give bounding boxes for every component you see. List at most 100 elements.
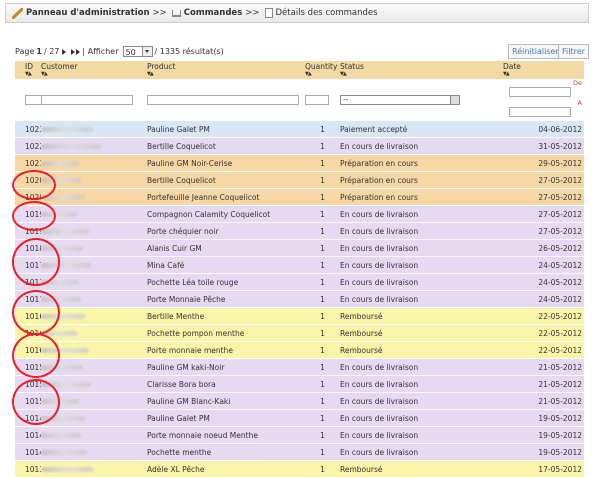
table-row[interactable]: 1017Mina Café1En cours de livraison24-05… [15, 256, 584, 274]
sort-arrows-icon[interactable]: ▼▲ [340, 71, 503, 77]
breadcrumb-orders-link[interactable]: Commandes [184, 8, 243, 18]
quantity-cell: 1 [305, 205, 340, 223]
order-id: 1023 [15, 121, 41, 138]
table-row[interactable]: 1015Pauline GM kaki-Noir1En cours de liv… [15, 358, 584, 376]
status-cell: Remboursé [340, 460, 503, 478]
date-cell: 27-05-2012 [503, 171, 584, 189]
table-row[interactable]: 1014 Porte monnaie noeud Menthe1En cours … [15, 426, 584, 444]
table-row[interactable]: 1017Porte Monnaie Pêche1En cours de livr… [15, 290, 584, 308]
sort-arrows-icon[interactable]: ▼▲ [147, 71, 305, 77]
date-to-input[interactable] [509, 107, 571, 117]
status-cell: En cours de livraison [340, 426, 503, 444]
date-from-input[interactable] [509, 87, 571, 97]
status-filter-select[interactable]: -- [340, 95, 460, 105]
product-cell: Porte monnaie noeud Menthe [147, 426, 305, 444]
customer-filter-input[interactable] [41, 95, 133, 105]
sort-arrows-icon[interactable]: ▼▲ [25, 71, 41, 77]
table-row[interactable]: 1016Porte monnaie menthe1Remboursé22-05-… [15, 341, 584, 359]
order-id: 1014 [15, 426, 41, 444]
table-row[interactable]: 1018Alanis Cuir GM1En cours de livraison… [15, 239, 584, 257]
customer-cell [41, 205, 147, 223]
quantity-cell: 1 [305, 222, 340, 240]
sort-arrows-icon[interactable]: ▼▲ [305, 71, 340, 77]
date-cell: 22-05-2012 [503, 341, 584, 359]
highlight-circle [12, 379, 60, 425]
redacted-customer-name [41, 127, 93, 132]
status-cell: En cours de livraison [340, 256, 503, 274]
date-filter: De A [503, 79, 584, 121]
column-header-status[interactable]: Status ▼▲ [340, 61, 503, 79]
column-header-customer[interactable]: Customer ▼▲ [41, 61, 147, 79]
table-row[interactable]: 1015Clarisse Bora bora1En cours de livra… [15, 375, 584, 393]
breadcrumb-current: Détails des commandes [275, 8, 378, 18]
product-cell: Pochette pompon menthe [147, 324, 305, 342]
status-cell: En cours de livraison [340, 205, 503, 223]
highlight-circle [12, 290, 60, 335]
product-cell: Alanis Cuir GM [147, 239, 305, 257]
reset-button[interactable]: Réinitialiser [508, 44, 563, 59]
current-page: 1 [36, 47, 42, 56]
column-header-product[interactable]: Product ▼▲ [147, 61, 305, 79]
table-row[interactable]: 1016Pochette pompon menthe1Remboursé22-0… [15, 324, 584, 342]
customer-cell [41, 273, 147, 291]
sort-arrows-icon[interactable]: ▼▲ [41, 71, 147, 77]
date-cell: 19-05-2012 [503, 409, 584, 427]
table-row[interactable]: 1014 Pochette menthe1En cours de livraiso… [15, 443, 584, 461]
table-row[interactable]: 1015Pauline GM Blanc-Kaki1En cours de li… [15, 392, 584, 410]
date-cell: 04-06-2012 [503, 121, 584, 138]
column-header-id[interactable]: ID ▼▲ [15, 61, 41, 79]
per-page-select[interactable]: 50 [122, 46, 153, 57]
table-row[interactable]: 1022 Bertille Coquelicot1En cours de livr… [15, 137, 584, 155]
status-cell: En cours de livraison [340, 239, 503, 257]
quantity-cell: 1 [305, 188, 340, 206]
quantity-cell: 1 [305, 409, 340, 427]
page-label: Page [15, 47, 35, 56]
quantity-cell: 1 [305, 121, 340, 138]
product-cell: Clarisse Bora bora [147, 375, 305, 393]
filter-button[interactable]: Filtrer [558, 44, 589, 59]
highlight-circle [12, 170, 56, 200]
breadcrumb-separator: >> [245, 8, 260, 18]
orders-table: ID ▼▲ Customer ▼▲ Product ▼▲ Quantity ▼▲ Sta… [15, 61, 584, 478]
quantity-cell: 1 [305, 239, 340, 257]
date-cell: 29-05-2012 [503, 154, 584, 172]
customer-cell [41, 171, 147, 189]
table-row[interactable]: 1014Pauline Galet PM1En cours de livrais… [15, 409, 584, 427]
chevron-down-icon[interactable] [450, 96, 459, 104]
breadcrumb: Panneau d'administration >> Commandes >>… [5, 3, 589, 23]
chevron-down-icon[interactable] [141, 47, 152, 56]
column-header-quantity[interactable]: Quantity ▼▲ [305, 61, 340, 79]
redacted-customer-name [41, 161, 79, 166]
product-cell: Porte monnaie menthe [147, 341, 305, 359]
id-filter-input[interactable] [25, 95, 41, 105]
date-cell: 27-05-2012 [503, 222, 584, 240]
sort-arrows-icon[interactable]: ▼▲ [503, 71, 584, 77]
next-page-icon[interactable] [62, 48, 67, 55]
product-cell: Bertille Menthe [147, 307, 305, 325]
highlight-circle [12, 201, 56, 231]
date-cell: 31-05-2012 [503, 137, 584, 155]
table-row[interactable]: 1019Porte chéquier noir1En cours de livr… [15, 222, 584, 240]
date-cell: 24-05-2012 [503, 273, 584, 291]
page-total: / 27 [43, 47, 60, 56]
table-row[interactable]: 1021 Pauline GM Noir-Cerise1Préparation e… [15, 154, 584, 172]
customer-cell [41, 460, 147, 478]
quantity-filter-input[interactable] [305, 95, 329, 105]
quantity-cell: 1 [305, 307, 340, 325]
product-filter-input[interactable] [147, 95, 299, 105]
customer-cell [41, 137, 147, 155]
column-header-date[interactable]: Date ▼▲ [503, 61, 584, 79]
breadcrumb-admin-link[interactable]: Panneau d'administration [26, 8, 150, 18]
table-row[interactable]: 1013 Adèle XL Pêche1Remboursé17-05-2012 [15, 460, 584, 478]
date-from-label: De [572, 79, 582, 87]
table-row[interactable]: 1020Portefeuille Jeanne Coquelicot1Prépa… [15, 188, 584, 206]
status-cell: Préparation en cours [340, 188, 503, 206]
table-row[interactable]: 1019Compagnon Calamity Coquelicot1En cou… [15, 205, 584, 223]
table-row[interactable]: 1016Bertille Menthe1Remboursé22-05-2012 [15, 307, 584, 325]
last-page-icon[interactable] [70, 48, 81, 55]
quantity-cell: 1 [305, 375, 340, 393]
table-row[interactable]: 1020Bertille Coquelicot1Préparation en c… [15, 171, 584, 189]
table-row[interactable]: 1017Pochette Léa toile rouge1En cours de… [15, 273, 584, 291]
table-row[interactable]: 1023 Pauline Galet PM1Paiement accepté04-… [15, 121, 584, 138]
product-cell: Pauline Galet PM [147, 409, 305, 427]
